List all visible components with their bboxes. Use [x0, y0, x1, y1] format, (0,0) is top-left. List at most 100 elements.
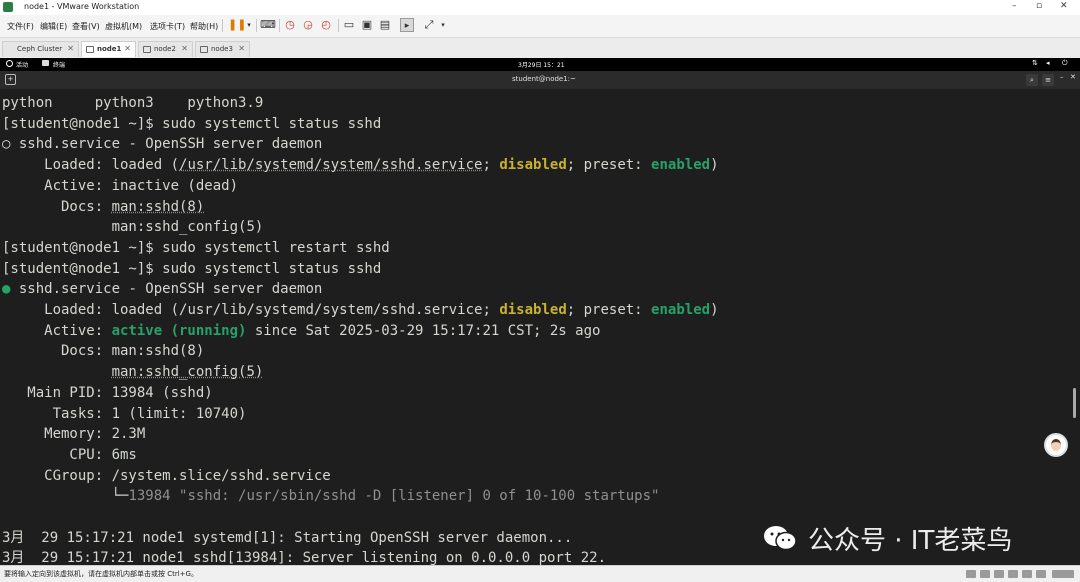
- terminal-line: Tasks: 1 (limit: 10740): [2, 405, 247, 422]
- clock[interactable]: 3月29日 15：21: [518, 60, 565, 69]
- terminal-text: Active:: [2, 322, 112, 339]
- journal-line: 3月 29 15:17:21 node1 systemd[1]: Startin…: [2, 529, 573, 546]
- chevron-down-icon[interactable]: ▾: [436, 18, 450, 32]
- usb-icon[interactable]: [1008, 570, 1018, 578]
- network-icon[interactable]: ⇅: [1032, 59, 1038, 67]
- pause-icon[interactable]: ❚❚: [228, 18, 246, 32]
- terminal-text: ; preset:: [566, 302, 652, 319]
- tab-label: Ceph Cluster: [17, 45, 63, 53]
- terminal-line: python python3 python3.9: [2, 95, 264, 111]
- tab-node1[interactable]: node1 ✕: [81, 41, 136, 57]
- fullscreen-icon[interactable]: ⤢: [422, 18, 436, 32]
- tab-label: node3: [211, 45, 233, 53]
- status-text: 要将输入定向到该虚拟机，请在虚拟机内部单击或按 Ctrl+G。: [4, 570, 198, 578]
- close-icon[interactable]: ✕: [1070, 73, 1076, 81]
- toolbar-separator: [279, 19, 280, 32]
- terminal-text: Docs:: [2, 198, 112, 215]
- terminal-line: CPU: 6ms: [2, 446, 137, 463]
- toolbar-separator: [222, 19, 223, 32]
- close-icon[interactable]: ✕: [124, 44, 131, 53]
- chevron-down-icon[interactable]: ▾: [242, 18, 256, 32]
- tab-node3[interactable]: node3 ✕: [195, 41, 250, 57]
- terminal-header-bar: + student@node1:~ ⌕ ≡ – ✕: [0, 71, 1080, 90]
- volume-icon[interactable]: ◂: [1046, 59, 1050, 67]
- unit-file-link[interactable]: /usr/lib/systemd/system/sshd.service: [179, 302, 482, 318]
- terminal-text: ;: [482, 302, 500, 319]
- activities-button[interactable]: 活动: [16, 60, 28, 69]
- menu-file[interactable]: 文件(F): [7, 21, 34, 32]
- vm-tab-bar: Ceph Cluster ✕ node1 ✕ node2 ✕ node3 ✕: [0, 38, 1080, 59]
- man-page-link[interactable]: man:sshd_config(5): [112, 364, 264, 380]
- enabled-status: enabled: [651, 157, 711, 174]
- close-icon[interactable]: ✕: [1060, 1, 1068, 11]
- terminal-text: since Sat 2025-03-29 15:17:21 CST; 2s ag…: [246, 322, 601, 339]
- terminal-line: CGroup: /system.slice/sshd.service: [2, 467, 331, 484]
- library-icon[interactable]: ▭: [342, 18, 356, 32]
- menu-help[interactable]: 帮助(H): [190, 21, 218, 32]
- disabled-status: disabled: [499, 302, 567, 319]
- terminal-output[interactable]: python python3 python3.9 [student@node1 …: [0, 90, 1080, 565]
- menu-view[interactable]: 查看(V): [72, 21, 100, 32]
- display-icon[interactable]: [1036, 570, 1046, 578]
- status-bar: 要将输入定向到该虚拟机，请在虚拟机内部单击或按 Ctrl+G。: [0, 565, 1080, 582]
- watermark: 公众号 · IT老菜鸟: [808, 526, 1013, 556]
- toolbar-separator: [256, 19, 257, 32]
- terminal-scrollbar[interactable]: [1073, 388, 1076, 418]
- avatar: [1044, 433, 1068, 457]
- terminal-line: Memory: 2.3M: [2, 426, 146, 443]
- process-line: 13984 "sshd: /usr/sbin/sshd -D [listener…: [128, 488, 660, 505]
- minimize-icon[interactable]: –: [1060, 73, 1064, 81]
- console-view-icon[interactable]: ▸: [400, 18, 414, 32]
- close-icon[interactable]: ✕: [67, 44, 74, 53]
- disabled-status: disabled: [499, 157, 567, 174]
- terminal-line: [student@node1 ~]$ sudo systemctl status…: [2, 260, 382, 277]
- close-icon[interactable]: ✕: [238, 44, 245, 53]
- tab-node2[interactable]: node2 ✕: [138, 41, 193, 57]
- sound-icon[interactable]: [1022, 570, 1032, 578]
- snapshot-manager-icon[interactable]: ◴: [319, 18, 333, 32]
- vm-icon: [200, 46, 208, 53]
- terminal-text: ): [710, 157, 719, 174]
- activities-icon: [6, 60, 13, 67]
- search-icon[interactable]: ⌕: [1026, 74, 1038, 86]
- vm-icon: [86, 46, 94, 53]
- menu-edit[interactable]: 编辑(E): [40, 21, 67, 32]
- menu-icon[interactable]: ≡: [1042, 74, 1054, 86]
- man-page-link[interactable]: man:sshd_config(5): [112, 219, 264, 235]
- tabs-view-icon[interactable]: ▤: [378, 18, 392, 32]
- journal-line: 3月 29 15:17:21 node1 sshd[13984]: Server…: [2, 550, 607, 565]
- hdd-icon[interactable]: [966, 570, 976, 578]
- tab-label: node2: [154, 45, 176, 53]
- app-menu[interactable]: 终端: [53, 60, 65, 69]
- network-icon[interactable]: [994, 570, 1004, 578]
- send-keys-icon[interactable]: ⌨: [260, 18, 276, 32]
- terminal-text: ): [710, 302, 719, 319]
- maximize-icon[interactable]: ▫: [1036, 1, 1042, 11]
- menu-vm[interactable]: 虚拟机(M): [105, 21, 142, 32]
- revert-snapshot-icon[interactable]: ◶: [301, 18, 315, 32]
- tree-branch: └─: [2, 488, 129, 505]
- power-icon[interactable]: ⏻: [1062, 59, 1068, 68]
- enabled-status: enabled: [651, 302, 711, 319]
- window-title: node1 - VMware Workstation: [24, 2, 140, 11]
- menu-toolbar: 文件(F) 编辑(E) 查看(V) 虚拟机(M) 选项卡(T) 帮助(H) ❚❚…: [0, 15, 1080, 38]
- terminal-text: ; preset:: [566, 157, 652, 174]
- new-tab-icon[interactable]: +: [5, 74, 16, 85]
- menu-tabs[interactable]: 选项卡(T): [150, 21, 185, 32]
- cd-icon[interactable]: [980, 570, 990, 578]
- man-page-link[interactable]: man:sshd(8): [112, 199, 205, 215]
- message-icon[interactable]: [1052, 570, 1074, 578]
- terminal-text: Loaded: loaded (: [2, 157, 180, 174]
- thumbnail-icon[interactable]: ▣: [360, 18, 374, 32]
- snapshot-icon[interactable]: ◷: [283, 18, 297, 32]
- close-icon[interactable]: ✕: [181, 44, 188, 53]
- terminal-line: Docs: man:sshd(8): [2, 343, 205, 360]
- minimize-icon[interactable]: –: [1012, 1, 1017, 11]
- terminal-title: student@node1:~: [512, 75, 576, 83]
- active-running-status: active (running): [111, 322, 247, 339]
- terminal-text: Loaded: loaded (: [2, 302, 180, 319]
- unit-file-link[interactable]: /usr/lib/systemd/system/sshd.service: [179, 157, 482, 173]
- terminal-app-icon: [42, 60, 49, 66]
- tab-ceph-cluster[interactable]: Ceph Cluster ✕: [2, 41, 79, 57]
